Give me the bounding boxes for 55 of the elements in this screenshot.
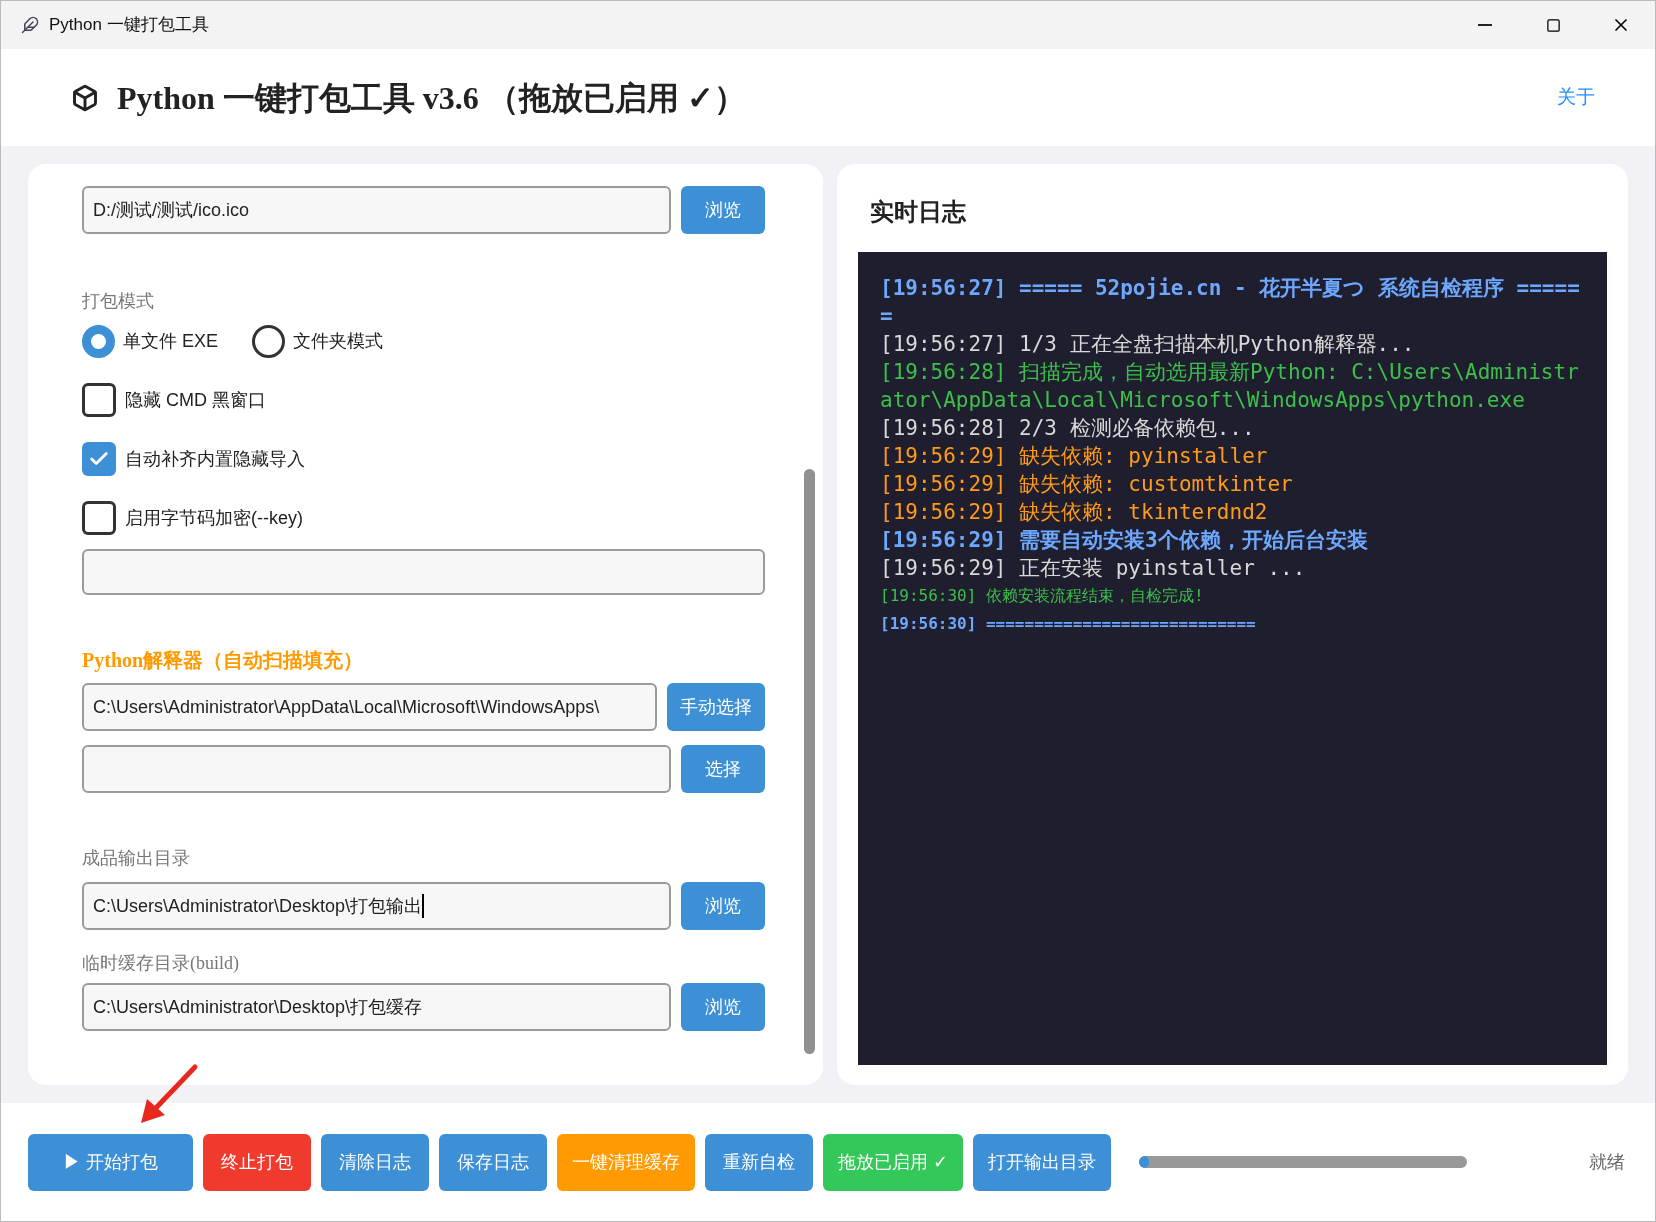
toolbar-button[interactable]: 一键清理缓存 — [557, 1133, 695, 1191]
text-field[interactable] — [82, 745, 671, 793]
log-line: [19:56:28] 扫描完成，自动选用最新Python: C:\Users\Administrator\AppData\Local\Microsoft\WindowsApps\python.exe — [880, 359, 1580, 414]
browse-button[interactable]: 手动选择 — [667, 683, 765, 731]
radio-label: 文件夹模式 — [293, 330, 384, 353]
about-link[interactable]: 关于 — [1557, 83, 1595, 112]
browse-button[interactable]: 选择 — [681, 745, 765, 793]
log-line: [19:56:29] 需要自动安装3个依赖，开始后台安装 — [880, 527, 1369, 554]
text-field[interactable]: C:\Users\Administrator\AppData\Local\Microsoft\WindowsApps\ — [82, 683, 657, 731]
scrollbar-thumb[interactable] — [804, 469, 815, 1054]
log-line: [19:56:27] 1/3 正在全盘扫描本机Python解释器... — [880, 331, 1416, 358]
minimize-icon — [1478, 24, 1492, 26]
toolbar-button[interactable]: 打开输出目录 — [973, 1133, 1111, 1191]
package-icon — [71, 83, 99, 112]
log-line: [19:56:30] ============================ — [880, 613, 1257, 635]
radio-button[interactable] — [82, 325, 115, 358]
checkbox[interactable] — [82, 383, 116, 417]
toolbar-button[interactable]: 拖放已启用 ✓ — [823, 1133, 963, 1191]
browse-button[interactable]: 浏览 — [681, 186, 765, 234]
log-line: [19:56:30] 依赖安装流程结束，自检完成! — [880, 585, 1205, 607]
key-field[interactable] — [82, 549, 765, 595]
log-line: [19:56:29] 缺失依赖: customtkinter — [880, 471, 1294, 498]
toolbar-button[interactable]: 终止打包 — [203, 1133, 311, 1191]
section-label: 临时缓存目录(build) — [82, 952, 240, 975]
section-title: Python解释器（自动扫描填充） — [82, 648, 365, 674]
log-line: [19:56:29] 正在安装 pyinstaller ... — [880, 555, 1307, 582]
checkbox-label: 自动补齐内置隐藏导入 — [125, 447, 305, 471]
section-label: 打包模式 — [82, 290, 155, 313]
log-line: [19:56:29] 缺失依赖: pyinstaller — [880, 443, 1269, 470]
text-field[interactable]: D:/测试/测试/ico.ico — [82, 186, 671, 234]
app-title: Python 一键打包工具 v3.6 （拖放已启用 ✓） — [117, 78, 746, 118]
toolbar-button[interactable]: 重新自检 — [705, 1133, 813, 1191]
maximize-icon — [1545, 17, 1561, 33]
status-text: 就绪 — [1589, 1150, 1625, 1174]
checkbox[interactable] — [82, 501, 116, 535]
feather-icon — [21, 16, 39, 34]
section-label: 成品输出目录 — [82, 847, 191, 870]
window-title: Python 一键打包工具 — [49, 14, 209, 37]
annotation-arrow-icon — [139, 1063, 199, 1125]
browse-button[interactable]: 浏览 — [681, 983, 765, 1031]
checkbox-label: 启用字节码加密(--key) — [125, 506, 303, 530]
log-title: 实时日志 — [870, 197, 967, 227]
radio-button[interactable] — [252, 325, 286, 358]
browse-button[interactable]: 浏览 — [681, 882, 765, 930]
radio-label: 单文件 EXE — [123, 330, 219, 353]
toolbar-button[interactable]: ▶ 开始打包 — [28, 1133, 193, 1191]
text-field[interactable]: C:\Users\Administrator\Desktop\打包缓存 — [82, 983, 671, 1031]
log-line: [19:56:29] 缺失依赖: tkinterdnd2 — [880, 499, 1269, 526]
checkbox[interactable] — [82, 442, 116, 476]
checkbox-label: 隐藏 CMD 黑窗口 — [125, 388, 266, 412]
toolbar-button[interactable]: 清除日志 — [321, 1133, 429, 1191]
log-line: [19:56:28] 2/3 检测必备依赖包... — [880, 415, 1256, 442]
text-field[interactable]: C:\Users\Administrator\Desktop\打包输出 — [82, 882, 671, 930]
log-line: [19:56:27] ===== 52pojie.cn - 花开半夏つ 系统自检程序 ====== — [880, 275, 1581, 330]
toolbar-button[interactable]: 保存日志 — [439, 1133, 547, 1191]
